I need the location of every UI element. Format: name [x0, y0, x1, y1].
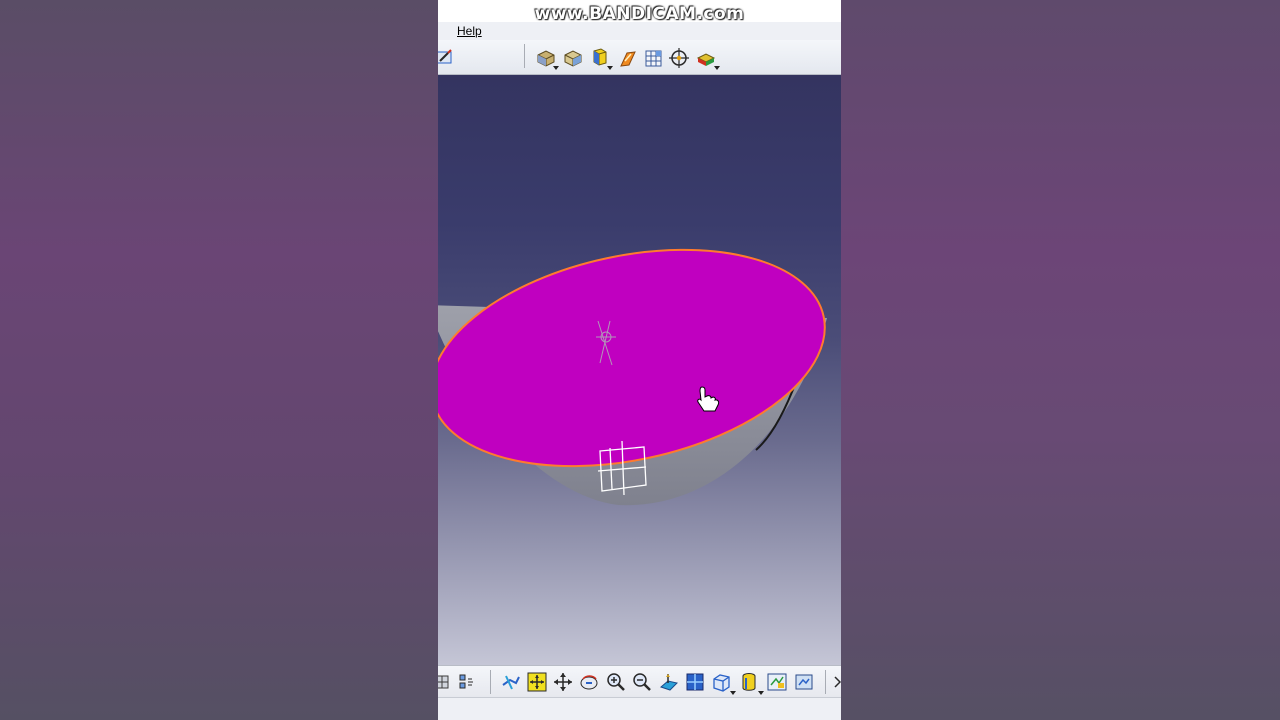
bottom-toolbar	[438, 665, 841, 698]
model-canvas	[438, 248, 827, 506]
swap-space-icon[interactable]	[766, 671, 788, 693]
backdrop-left	[0, 0, 438, 720]
snap-icon[interactable]	[668, 47, 690, 69]
3d-viewport[interactable]	[438, 75, 841, 665]
toolbar-separator	[490, 670, 491, 694]
pad-dropdown[interactable]	[553, 66, 559, 70]
fit-all-icon[interactable]	[500, 671, 522, 693]
hide-show-icon[interactable]	[738, 671, 760, 693]
top-toolbar	[438, 40, 841, 75]
pan-icon[interactable]	[526, 671, 548, 693]
toolbar-separator	[825, 670, 826, 694]
normal-view-icon[interactable]	[631, 671, 653, 693]
iso-view-icon[interactable]	[684, 671, 706, 693]
cylinder-dropdown[interactable]	[607, 66, 613, 70]
menu-help[interactable]: Help	[457, 24, 482, 38]
view-dropdown[interactable]	[730, 691, 736, 695]
menu-bar: Help	[438, 22, 841, 40]
capture-icon[interactable]	[793, 671, 815, 693]
status-bar	[438, 697, 841, 720]
more-tools-icon[interactable]	[832, 671, 841, 693]
fly-mode-icon[interactable]	[455, 671, 477, 693]
pocket-icon[interactable]	[562, 47, 584, 69]
part-body-icon[interactable]	[617, 48, 639, 70]
backdrop-right	[841, 0, 1280, 720]
material-dropdown[interactable]	[714, 66, 720, 70]
sketcher-icon[interactable]	[438, 46, 456, 68]
catia-window: www.BANDICAM.com Help	[438, 0, 841, 720]
hemisphere-cap-face	[438, 248, 826, 468]
select-icon[interactable]	[438, 671, 454, 693]
grid-icon[interactable]	[643, 47, 665, 69]
multi-view-icon[interactable]	[658, 671, 680, 693]
shading-icon[interactable]	[710, 671, 732, 693]
toolbar-separator	[524, 44, 525, 68]
hide-show-dropdown[interactable]	[758, 691, 764, 695]
zoom-in-icon[interactable]	[578, 671, 600, 693]
recording-watermark: www.BANDICAM.com	[534, 4, 745, 24]
zoom-out-icon[interactable]	[605, 671, 627, 693]
cylinder-icon[interactable]	[589, 46, 611, 68]
rotate-icon[interactable]	[552, 671, 574, 693]
